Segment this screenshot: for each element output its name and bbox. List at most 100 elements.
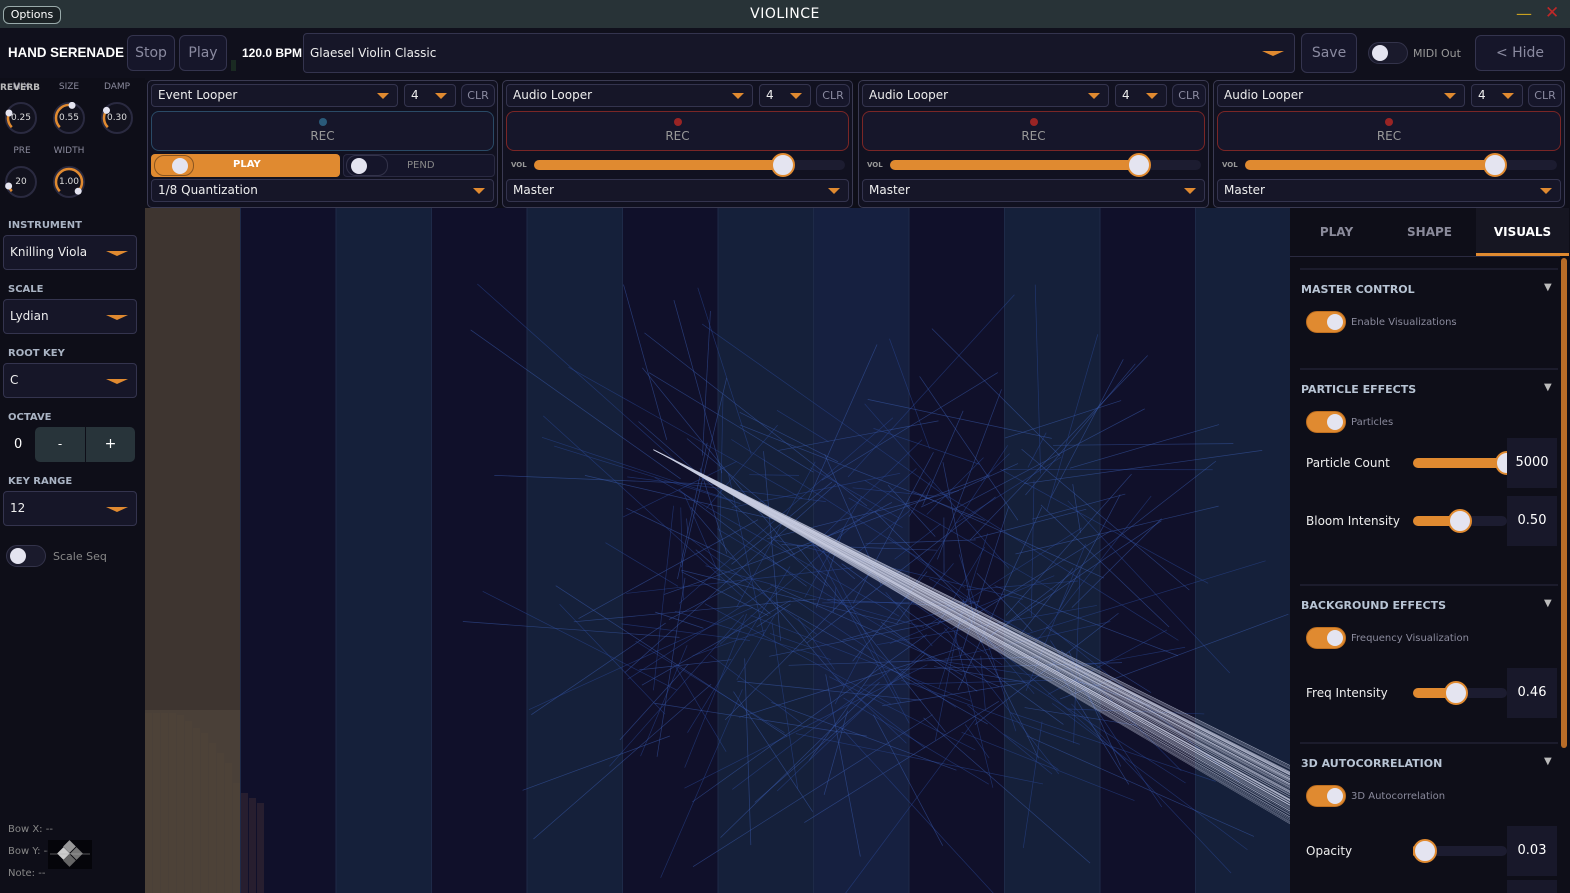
collapse-triangle-icon[interactable]: ▼ xyxy=(1544,756,1552,767)
looper-route-dropdown[interactable]: 1/8 Quantization xyxy=(151,179,494,202)
visualization-canvas[interactable] xyxy=(145,208,1290,893)
preset-dropdown[interactable]: Glaesel Violin Classic xyxy=(303,33,1295,73)
volume-slider[interactable] xyxy=(890,153,1201,177)
setting-slider[interactable] xyxy=(1413,451,1519,475)
particle-visualization xyxy=(145,208,1290,893)
brand-title: HAND SERENADE xyxy=(8,44,125,60)
record-dot-icon xyxy=(673,118,682,126)
looper-route-value: Master xyxy=(1224,183,1265,197)
looper-count-dropdown[interactable]: 4 xyxy=(759,84,811,107)
reverb-knob[interactable]: 0.55 xyxy=(53,102,85,134)
pend-toggle[interactable]: PEND xyxy=(343,154,495,177)
reverb-knob[interactable]: 1.00 xyxy=(53,166,85,198)
looper-clear-button[interactable]: CLR xyxy=(1172,84,1206,107)
save-button[interactable]: Save xyxy=(1301,33,1357,73)
section-title: MASTER CONTROL xyxy=(1301,283,1415,296)
record-button[interactable]: REC xyxy=(506,111,849,151)
looper-clear-button[interactable]: CLR xyxy=(1528,84,1562,107)
section-toggle[interactable] xyxy=(1306,411,1346,433)
root-key-label: ROOT KEY xyxy=(8,348,65,359)
looper-clear-button[interactable]: CLR xyxy=(461,84,495,107)
root-key-dropdown[interactable]: C xyxy=(3,363,137,398)
close-button[interactable]: ✕ xyxy=(1545,3,1559,23)
scale-seq-toggle[interactable] xyxy=(6,545,46,567)
section-toggle[interactable] xyxy=(1306,627,1346,649)
reverb-knob-label: DAMP xyxy=(103,82,131,92)
tab-play[interactable]: PLAY xyxy=(1290,208,1383,256)
play-button[interactable]: Play xyxy=(179,35,227,71)
toggle-label: Particles xyxy=(1351,417,1394,428)
looper-route-dropdown[interactable]: Master xyxy=(862,179,1205,202)
tab-shape[interactable]: SHAPE xyxy=(1383,208,1476,256)
record-label: REC xyxy=(1376,129,1402,143)
spectrum-bar xyxy=(249,798,256,893)
midi-out-toggle[interactable] xyxy=(1368,42,1408,64)
section-toggle[interactable] xyxy=(1306,311,1346,333)
play-toggle[interactable]: PLAY xyxy=(151,154,340,177)
key-range-value: 12 xyxy=(10,501,26,515)
collapse-triangle-icon[interactable]: ▼ xyxy=(1544,282,1552,293)
scrollbar-thumb[interactable] xyxy=(1561,258,1567,748)
stop-button[interactable]: Stop xyxy=(127,35,175,71)
collapse-triangle-icon[interactable]: ▼ xyxy=(1544,382,1552,393)
setting-slider[interactable] xyxy=(1413,509,1507,533)
looper-type-dropdown[interactable]: Audio Looper xyxy=(1217,84,1465,107)
chevron-down-icon xyxy=(106,315,128,320)
looper-route-value: 1/8 Quantization xyxy=(158,183,258,197)
toggle-label: 3D Autocorrelation xyxy=(1351,791,1446,802)
looper-route-dropdown[interactable]: Master xyxy=(1217,179,1561,202)
reverb-knob[interactable]: 0.30 xyxy=(101,102,133,134)
minimize-button[interactable]: — xyxy=(1516,4,1532,23)
looper-count-dropdown[interactable]: 4 xyxy=(1115,84,1167,107)
looper-2: Audio Looper 4 CLR REC VOL Master xyxy=(502,80,853,208)
looper-count-dropdown[interactable]: 4 xyxy=(1471,84,1523,107)
section-divider xyxy=(1300,268,1558,270)
key-range-dropdown[interactable]: 12 xyxy=(3,491,137,526)
record-button[interactable]: REC xyxy=(151,111,494,151)
scale-seq-label: Scale Seq xyxy=(53,550,107,563)
looper-route-dropdown[interactable]: Master xyxy=(506,179,849,202)
chevron-down-icon xyxy=(1444,93,1456,99)
key-range-label: KEY RANGE xyxy=(8,476,73,487)
instrument-label: INSTRUMENT xyxy=(8,220,82,231)
chevron-down-icon xyxy=(435,93,447,99)
volume-slider[interactable] xyxy=(1245,153,1557,177)
volume-label: VOL xyxy=(1222,161,1238,169)
chevron-down-icon xyxy=(1146,93,1158,99)
octave-plus-button[interactable]: + xyxy=(86,427,135,462)
section-toggle[interactable] xyxy=(1306,785,1346,807)
level-meter xyxy=(231,60,236,71)
frequency-band xyxy=(527,208,623,893)
looper-clear-button[interactable]: CLR xyxy=(816,84,850,107)
record-button[interactable]: REC xyxy=(862,111,1205,151)
looper-type-dropdown[interactable]: Audio Looper xyxy=(862,84,1109,107)
setting-slider[interactable] xyxy=(1413,839,1507,863)
instrument-dropdown[interactable]: Knilling Viola xyxy=(3,235,137,270)
record-button[interactable]: REC xyxy=(1217,111,1561,151)
octave-minus-button[interactable]: - xyxy=(35,427,85,462)
slider-value[interactable]: 0.46 xyxy=(1507,668,1557,718)
looper-type-dropdown[interactable]: Audio Looper xyxy=(506,84,753,107)
collapse-triangle-icon[interactable]: ▼ xyxy=(1544,598,1552,609)
looper-type-value: Event Looper xyxy=(158,88,238,102)
spectrum-bar xyxy=(161,713,168,893)
setting-slider[interactable] xyxy=(1413,681,1507,705)
scale-dropdown[interactable]: Lydian xyxy=(3,299,137,334)
spectrum-bar xyxy=(217,753,224,893)
slider-value[interactable]: 0.50 xyxy=(1507,496,1557,546)
looper-type-value: Audio Looper xyxy=(869,88,949,102)
slider-value[interactable]: 0.03 xyxy=(1507,826,1557,876)
looper-count-dropdown[interactable]: 4 xyxy=(404,84,456,107)
bow-y-readout: Bow Y: -- xyxy=(8,846,51,857)
hide-button[interactable]: < Hide xyxy=(1475,35,1565,71)
volume-slider[interactable] xyxy=(534,153,845,177)
frequency-band xyxy=(622,208,719,893)
section-divider xyxy=(1300,742,1558,744)
slider-value[interactable]: 5000 xyxy=(1507,438,1557,488)
reverb-knob[interactable]: 0.25 xyxy=(5,102,37,134)
reverb-knob[interactable]: 20 xyxy=(5,166,37,198)
looper-type-dropdown[interactable]: Event Looper xyxy=(151,84,398,107)
chevron-down-icon xyxy=(106,507,128,512)
frequency-band xyxy=(718,208,814,893)
tab-visuals[interactable]: VISUALS xyxy=(1476,208,1569,256)
